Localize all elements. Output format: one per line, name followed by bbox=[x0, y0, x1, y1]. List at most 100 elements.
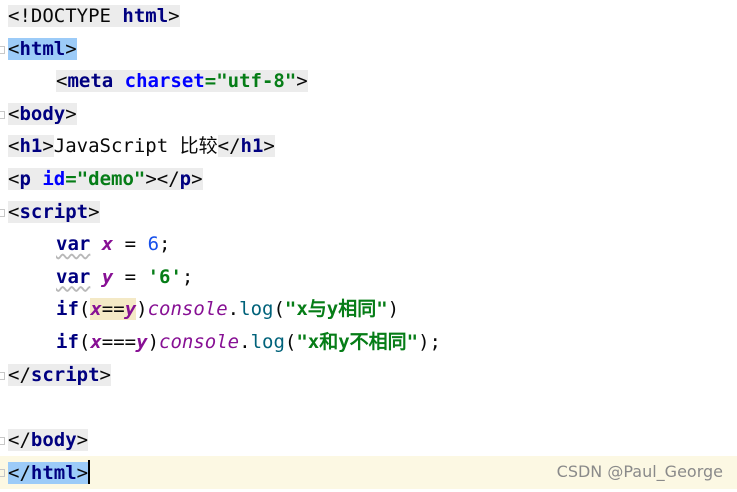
code-text: <script> bbox=[8, 200, 100, 225]
punct-token: ( bbox=[284, 331, 297, 353]
keyword-token: var bbox=[56, 265, 91, 288]
attribute-token: id bbox=[42, 168, 66, 190]
punct-token: > bbox=[168, 5, 180, 27]
number-token: 6 bbox=[147, 233, 160, 256]
variable-token: y bbox=[101, 265, 114, 288]
punct-token: > bbox=[76, 462, 89, 485]
code-text: <h1>JavaScript 比较</h1> bbox=[8, 134, 275, 159]
string-token: '6' bbox=[147, 265, 182, 288]
fold-marker-icon[interactable] bbox=[0, 208, 5, 217]
variable-token: y bbox=[124, 298, 137, 321]
code-line[interactable]: <meta charset="utf-8"> bbox=[0, 65, 737, 98]
code-line[interactable]: <body> bbox=[0, 98, 737, 131]
punct-token: </ bbox=[8, 462, 31, 485]
punct-token: </ bbox=[8, 363, 31, 386]
punct-token: > bbox=[65, 37, 77, 60]
punct-token: = bbox=[65, 168, 77, 190]
operator-token: == bbox=[101, 298, 125, 321]
code-text: </body> bbox=[8, 428, 89, 453]
code-line[interactable]: <p id="demo"></p> bbox=[0, 163, 737, 196]
tag-name-token: p bbox=[179, 168, 192, 190]
variable-token: y bbox=[136, 331, 148, 353]
function-token: log bbox=[239, 298, 274, 321]
object-token: console bbox=[147, 298, 228, 321]
tag-name-token: p bbox=[19, 168, 31, 190]
code-line[interactable]: if(x===y)console.log("x和y不相同"); bbox=[0, 326, 737, 359]
punct-token: = bbox=[204, 70, 217, 93]
code-line[interactable]: <h1>JavaScript 比较</h1> bbox=[0, 130, 737, 163]
code-text: <meta charset="utf-8"> bbox=[8, 69, 308, 94]
punct-token: > bbox=[99, 363, 111, 386]
tag-name-token: script bbox=[30, 363, 100, 386]
keyword-token: var bbox=[56, 233, 91, 256]
code-text: <html> bbox=[8, 37, 77, 62]
operator-token: = bbox=[113, 233, 148, 256]
punct-token: > bbox=[88, 200, 100, 223]
code-line[interactable]: <html> bbox=[0, 33, 737, 66]
variable-token: x bbox=[90, 331, 102, 353]
punct-token: > bbox=[76, 428, 89, 451]
text-token: JavaScript 比较 bbox=[53, 135, 218, 158]
fold-marker-icon[interactable] bbox=[0, 110, 5, 119]
fold-marker-icon[interactable] bbox=[0, 45, 5, 54]
code-line[interactable]: if(x==y)console.log("x与y相同") bbox=[0, 293, 737, 326]
punct-token: ></ bbox=[145, 168, 180, 190]
tag-name-token: script bbox=[19, 200, 89, 223]
punct-token: > bbox=[263, 135, 275, 158]
variable-token: x bbox=[101, 233, 114, 256]
punct-token: < bbox=[8, 168, 20, 190]
code-line[interactable]: </body> bbox=[0, 424, 737, 457]
tag-name-token: h1 bbox=[19, 135, 43, 158]
function-token: log bbox=[250, 331, 285, 353]
punct-token: > bbox=[65, 102, 77, 125]
punct-token: > bbox=[42, 135, 54, 158]
code-editor[interactable]: <!DOCTYPE html> <html> <meta charset="ut… bbox=[0, 0, 737, 492]
punct-token: </ bbox=[217, 135, 241, 158]
punct-token: ) bbox=[387, 298, 400, 321]
punct-token: ) bbox=[147, 331, 160, 353]
punct-token: . bbox=[227, 298, 240, 321]
code-line[interactable]: var x = 6; bbox=[0, 228, 737, 261]
object-token: console bbox=[159, 331, 240, 353]
code-text: </html> bbox=[8, 460, 91, 486]
code-text: var x = 6; bbox=[8, 232, 170, 257]
punct-token: </ bbox=[8, 428, 31, 451]
code-text: if(x===y)console.log("x和y不相同"); bbox=[8, 330, 441, 355]
code-text: </script> bbox=[8, 363, 111, 388]
code-text: var y = '6'; bbox=[8, 265, 193, 290]
punct-token: . bbox=[239, 331, 251, 353]
tag-name-token: body bbox=[19, 102, 66, 125]
code-text: if(x==y)console.log("x与y相同") bbox=[8, 297, 399, 322]
code-line[interactable]: <script> bbox=[0, 196, 737, 229]
tag-name-token: html bbox=[19, 37, 66, 60]
doctype-html-token: html bbox=[122, 5, 169, 27]
variable-token: x bbox=[90, 298, 102, 321]
tag-name-token: html bbox=[30, 462, 77, 485]
tag-name-token: body bbox=[30, 428, 77, 451]
code-line[interactable]: </script> bbox=[0, 359, 737, 392]
code-line[interactable]: var y = '6'; bbox=[0, 261, 737, 294]
punct-token: < bbox=[8, 135, 20, 158]
tag-name-token: h1 bbox=[240, 135, 264, 158]
code-line[interactable]: <!DOCTYPE html> bbox=[0, 0, 737, 33]
tag-name-token: meta bbox=[67, 70, 114, 93]
string-token: "x与y相同" bbox=[284, 298, 388, 321]
code-line[interactable] bbox=[0, 391, 737, 424]
fold-marker-icon[interactable] bbox=[0, 469, 5, 478]
punct-token: < bbox=[56, 70, 68, 93]
punct-token: ( bbox=[78, 298, 91, 321]
operator-token: = bbox=[113, 265, 148, 288]
punct-token: > bbox=[191, 168, 203, 190]
punct-token: ); bbox=[418, 331, 441, 353]
punct-token: ; bbox=[181, 265, 194, 288]
keyword-token: if bbox=[56, 298, 79, 321]
punct-token: ( bbox=[78, 331, 91, 353]
code-text: <!DOCTYPE html> bbox=[8, 4, 180, 29]
string-token: "utf-8" bbox=[216, 70, 297, 93]
punct-token: ( bbox=[273, 298, 285, 321]
fold-marker-icon[interactable] bbox=[0, 371, 5, 380]
fold-marker-icon[interactable] bbox=[0, 436, 5, 445]
operator-token: === bbox=[101, 331, 137, 353]
